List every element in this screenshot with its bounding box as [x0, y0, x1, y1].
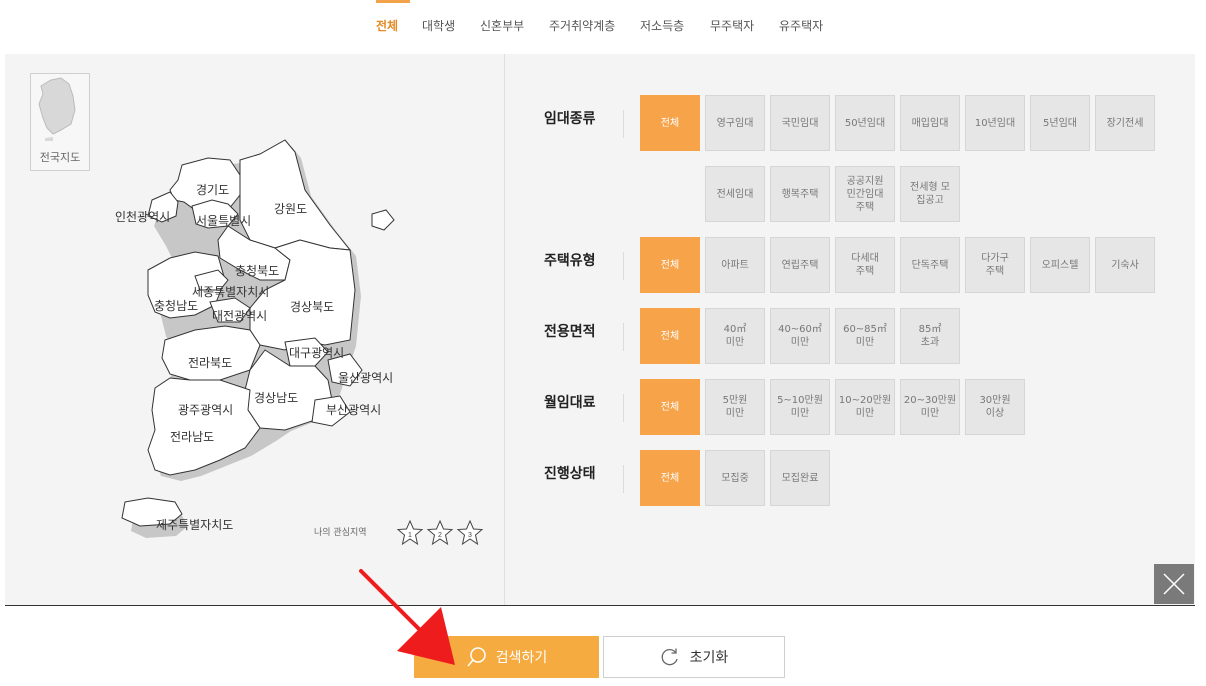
reset-button-label: 초기화 — [689, 650, 729, 666]
status-label: 진행상태 — [544, 466, 596, 482]
status-all[interactable]: 전체 — [640, 450, 700, 506]
area-separator — [623, 323, 624, 351]
tab-vulnerable[interactable]: 주거취약계층 — [549, 17, 615, 34]
rental-type-jeonse-notice[interactable]: 전세형 모 집공고 — [900, 166, 960, 222]
region-gyeongbuk[interactable]: 경상북도 — [290, 298, 334, 315]
korea-map — [121, 139, 395, 538]
tab-students[interactable]: 대학생 — [422, 17, 455, 34]
favorites-label: 나의 관심지역 — [314, 528, 367, 538]
rental-type-jeonse-rental[interactable]: 전세임대 — [705, 166, 765, 222]
rental-type-50year[interactable]: 50년임대 — [835, 95, 895, 151]
red-arrow-annotation-icon — [359, 569, 455, 665]
area-60-85[interactable]: 60~85㎡ 미만 — [835, 308, 895, 364]
region-jeju[interactable]: 제주특별자치도 — [156, 516, 233, 533]
mini-map-label: 전국지도 — [39, 151, 81, 164]
monthly-rent-label: 월임대료 — [544, 395, 596, 411]
region-shape-jeonnam — [147, 377, 261, 476]
rent-5-10[interactable]: 5~10만원 미만 — [770, 379, 830, 435]
close-icon — [1163, 573, 1185, 595]
rental-type-all[interactable]: 전체 — [640, 95, 700, 151]
rental-type-national[interactable]: 국민임대 — [770, 95, 830, 151]
target-tabs: 전체 대학생 신혼부부 주거취약계층 저소득층 무주택자 유주택자 — [0, 0, 1206, 54]
area-all[interactable]: 전체 — [640, 308, 700, 364]
search-icon — [467, 647, 486, 667]
reset-button[interactable]: 초기화 — [603, 636, 785, 678]
housing-type-detached[interactable]: 단독주택 — [900, 237, 960, 293]
area-40-60[interactable]: 40~60㎡ 미만 — [770, 308, 830, 364]
rental-type-10year[interactable]: 10년임대 — [965, 95, 1025, 151]
housing-type-row-house[interactable]: 연립주택 — [770, 237, 830, 293]
refresh-icon — [661, 648, 678, 666]
mini-korea-map-icon — [38, 77, 76, 141]
region-chungnam[interactable]: 충청남도 — [154, 297, 198, 314]
housing-type-officetel[interactable]: 오피스텔 — [1030, 237, 1090, 293]
area-label: 전용면적 — [544, 324, 596, 340]
rent-20-30[interactable]: 20~30만원 미만 — [900, 379, 960, 435]
area-over-85[interactable]: 85㎡ 초과 — [900, 308, 960, 364]
favorite-slot-3-star-icon[interactable]: 3 — [456, 519, 484, 547]
region-seoul[interactable]: 서울특별시 — [196, 212, 251, 229]
rental-type-separator — [623, 110, 624, 138]
region-gangwon[interactable]: 강원도 — [274, 200, 307, 217]
monthly-rent-separator — [623, 394, 624, 422]
housing-type-all[interactable]: 전체 — [640, 237, 700, 293]
region-sejong[interactable]: 세종특별자치시 — [192, 283, 269, 300]
rental-type-5year[interactable]: 5년임대 — [1030, 95, 1090, 151]
tab-homeowner[interactable]: 유주택자 — [779, 17, 823, 34]
region-busan[interactable]: 부산광역시 — [326, 401, 381, 418]
tab-newlyweds[interactable]: 신혼부부 — [480, 17, 524, 34]
panel-divider — [504, 54, 505, 605]
rental-type-permanent[interactable]: 영구임대 — [705, 95, 765, 151]
area-under-40[interactable]: 40㎡ 미만 — [705, 308, 765, 364]
status-closed[interactable]: 모집완료 — [770, 450, 830, 506]
favorite-slot-1-number: 1 — [408, 532, 412, 539]
rental-type-long-term-jeonse[interactable]: 장기전세 — [1095, 95, 1155, 151]
status-separator — [623, 465, 624, 493]
housing-type-separator — [623, 252, 624, 280]
rental-type-label: 임대종류 — [544, 111, 596, 127]
favorite-slot-3-number: 3 — [468, 532, 472, 539]
favorite-slot-2-number: 2 — [438, 532, 442, 539]
rental-type-happy-housing[interactable]: 행복주택 — [770, 166, 830, 222]
region-chungbuk[interactable]: 충청북도 — [235, 262, 279, 279]
rental-type-public-private[interactable]: 공공지원 민간임대 주택 — [835, 166, 895, 222]
region-gyeongnam[interactable]: 경상남도 — [254, 389, 298, 406]
rent-over-30[interactable]: 30만원 이상 — [965, 379, 1025, 435]
region-ulsan[interactable]: 울산광역시 — [338, 369, 393, 386]
housing-type-apartment[interactable]: 아파트 — [705, 237, 765, 293]
status-recruiting[interactable]: 모집중 — [705, 450, 765, 506]
rent-10-20[interactable]: 10~20만원 미만 — [835, 379, 895, 435]
favorite-slot-2-star-icon[interactable]: 2 — [426, 519, 454, 547]
active-tab-indicator — [376, 0, 410, 3]
region-incheon[interactable]: 인천광역시 — [115, 208, 170, 225]
tab-low-income[interactable]: 저소득층 — [640, 17, 684, 34]
nationwide-map-button[interactable]: 전국지도 — [30, 73, 90, 171]
rent-under-5[interactable]: 5만원 미만 — [705, 379, 765, 435]
tab-homeless[interactable]: 무주택자 — [710, 17, 754, 34]
close-button[interactable] — [1154, 564, 1194, 604]
region-shape-ulleung — [371, 209, 395, 231]
rent-all[interactable]: 전체 — [640, 379, 700, 435]
rental-type-purchase[interactable]: 매입임대 — [900, 95, 960, 151]
search-button-label: 검색하기 — [495, 650, 548, 666]
region-jeonnam[interactable]: 전라남도 — [170, 428, 214, 445]
region-gwangju[interactable]: 광주광역시 — [178, 401, 233, 418]
housing-type-label: 주택유형 — [544, 253, 596, 269]
region-jeonbuk[interactable]: 전라북도 — [188, 354, 232, 371]
region-shape-gangwon — [239, 139, 352, 251]
region-daegu[interactable]: 대구광역시 — [289, 344, 344, 361]
housing-type-multi-family[interactable]: 다가구 주택 — [965, 237, 1025, 293]
region-gyeonggi[interactable]: 경기도 — [196, 181, 229, 198]
region-daejeon[interactable]: 대전광역시 — [212, 307, 267, 324]
housing-type-dormitory[interactable]: 기숙사 — [1095, 237, 1155, 293]
housing-type-multiplex[interactable]: 다세대 주택 — [835, 237, 895, 293]
favorite-slot-1-star-icon[interactable]: 1 — [396, 519, 424, 547]
tab-all[interactable]: 전체 — [376, 17, 398, 34]
